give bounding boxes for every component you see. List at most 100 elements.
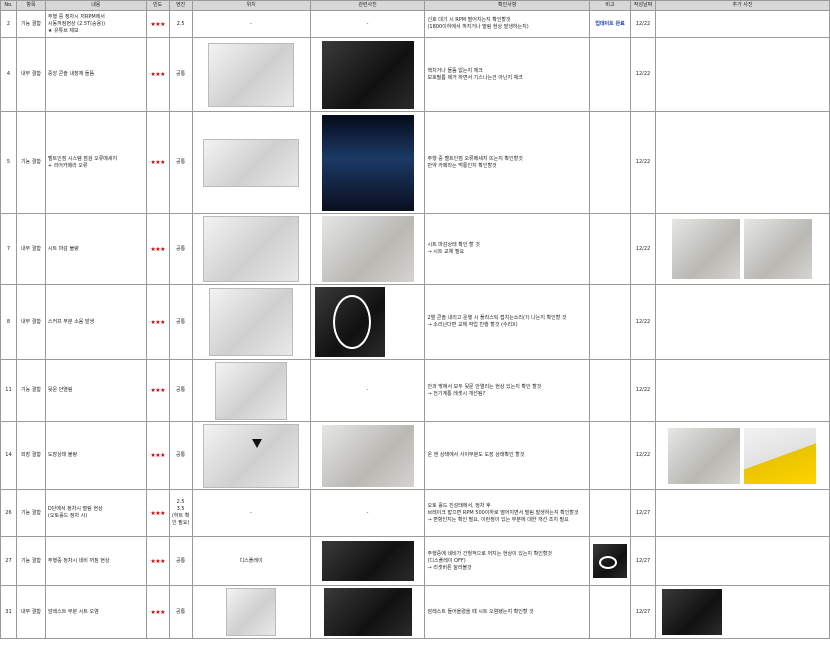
defect-closeup-photo	[321, 424, 414, 487]
table-row: 31 내부 결함 암레스트 부분 시트 오염 ★★★ 공통 암레스트 들어올렸을…	[0, 585, 830, 639]
cell-related-photo	[309, 421, 426, 490]
cell-engine: 공통	[168, 37, 193, 112]
cell-location: 디스플레이	[191, 536, 311, 586]
cell-extra-photo	[654, 489, 830, 537]
cell-frequency: ★★★	[145, 536, 170, 586]
cell-extra-photo	[654, 10, 830, 38]
cell-check: 핵치거나 들뜸 없는지 체크 보호필름 제거 하면서 기스나는건 아닌지 체크	[424, 37, 591, 112]
cell-note	[589, 37, 632, 112]
defect-closeup-photo	[321, 541, 414, 581]
cell-frequency: ★★★	[145, 421, 170, 490]
cell-check: 안과 밖에서 모두 뒷문 안열리는 현상 있는지 확인 할것 → 전기계통 레셋…	[424, 359, 591, 422]
header-content: 내용	[44, 0, 147, 11]
cell-extra-photo	[654, 37, 830, 112]
cell-date: 12/27	[630, 536, 656, 586]
cell-note	[589, 585, 632, 639]
inspection-sheet: No. 항목 내용 빈도 엔진 위치 관련사진 확인사항 비고 작성날짜 추가 …	[0, 0, 830, 649]
cell-extra-photo	[654, 359, 830, 422]
table-row: 2 기능 결함 주행 중 정차시 저RPM에서 시동꺼짐현상 (2.5T(숭용)…	[0, 10, 830, 38]
cell-related-photo	[309, 585, 426, 639]
cell-check: 주행 중 벨트인점 오류메세지 뜨는지 확인할것 만약 카메라는 먹통인지 확인…	[424, 111, 591, 214]
car-interior-photo	[208, 42, 295, 107]
cell-category: 기능 결함	[15, 536, 46, 586]
cell-date: 12/22	[630, 111, 656, 214]
cell-frequency: ★★★	[145, 284, 170, 360]
cell-category: 내부 결함	[15, 213, 46, 285]
cell-frequency: ★★★	[145, 213, 170, 285]
header-related-photo: 관련사진	[309, 0, 426, 11]
table-row: 5 기능 결함 벨트인점 시스템 점검 오류메세지 + 리어카메라 오류 ★★★…	[0, 111, 830, 214]
cell-location	[191, 111, 311, 214]
cell-date: 12/27	[630, 585, 656, 639]
cell-engine: 공통	[168, 359, 193, 422]
cell-no: 26	[0, 489, 17, 537]
cell-category: 기능 결함	[15, 111, 46, 214]
cell-frequency: ★★★	[145, 111, 170, 214]
cell-related-photo: -	[309, 489, 426, 537]
cell-check: 오토 홀드 진성태에서, 정차 후 브레이크 밟으면 RPM 500이하로 떨어…	[424, 489, 591, 537]
cell-date: 12/22	[630, 37, 656, 112]
table-row: 8 내부 결함 스커프 부분 소음 발생 ★★★ 공통 2열 콘솔 내리고 운행…	[0, 284, 830, 360]
cell-no: 4	[0, 37, 17, 112]
cell-check: 2열 콘솔 내리고 운행 시 플라스틱 접치는소리(?) 나는지 확인할 것 →…	[424, 284, 591, 360]
cell-location: -	[191, 489, 311, 537]
additional-photo	[593, 544, 628, 578]
cell-category: 내부 결함	[15, 37, 46, 112]
cell-content: 뒷문 안열림	[44, 359, 147, 422]
cell-location	[191, 585, 311, 639]
defect-closeup-photo	[321, 40, 414, 109]
table-row: 7 내부 결함 시트 마감 불량 ★★★ 공통 시트 마감상태 확인 할 것 →…	[0, 213, 830, 285]
cell-engine: 공통	[168, 284, 193, 360]
cell-content: 스커프 부분 소음 발생	[44, 284, 147, 360]
cell-date: 12/22	[630, 213, 656, 285]
cell-category: 내부 결함	[15, 585, 46, 639]
header-note: 비고	[589, 0, 632, 11]
header-check: 확인사항	[424, 0, 591, 11]
table-row: 14 외장 결함 도장상태 불량 ★★★ 공통 온 앤 상태에서 사이부분도 도…	[0, 421, 830, 490]
cell-extra-photo	[654, 111, 830, 214]
cell-engine: 공통	[168, 213, 193, 285]
cell-extra-photo	[654, 536, 830, 586]
cell-no: 8	[0, 284, 17, 360]
cell-no: 31	[0, 585, 17, 639]
cell-no: 7	[0, 213, 17, 285]
table-row: 11 기능 결함 뒷문 안열림 ★★★ 공통 - 안과 밖에서 모두 뒷문 안열…	[0, 359, 830, 422]
cell-category: 기능 결함	[15, 10, 46, 38]
cell-note	[589, 421, 632, 490]
cell-location	[191, 359, 311, 422]
additional-photo	[661, 589, 722, 635]
defect-table: No. 항목 내용 빈도 엔진 위치 관련사진 확인사항 비고 작성날짜 추가 …	[0, 0, 830, 639]
car-seat-photo	[226, 588, 277, 636]
cell-engine: 공통	[168, 585, 193, 639]
cell-frequency: ★★★	[145, 10, 170, 38]
cell-note	[589, 536, 632, 586]
cell-no: 5	[0, 111, 17, 214]
header-engine: 엔진	[168, 0, 193, 11]
cell-content: D단에서 정차시 떨림 현상 (오토홀드 정차 시)	[44, 489, 147, 537]
cell-note	[589, 359, 632, 422]
cell-check: 암레스트 들어올렸을 때 시트 오염됐는지 확인할 것	[424, 585, 591, 639]
header-date: 작성날짜	[630, 0, 656, 11]
table-row: 27 기능 결함 주행중 정차시 네비 꺼짐 현상 ★★★ 공통 디스플레이 주…	[0, 536, 830, 586]
car-interior-photo	[209, 288, 294, 356]
cell-content: 시트 마감 불량	[44, 213, 147, 285]
cell-date: 12/27	[630, 489, 656, 537]
cell-note	[589, 284, 632, 360]
cell-no: 11	[0, 359, 17, 422]
header-row: No. 항목 내용 빈도 엔진 위치 관련사진 확인사항 비고 작성날짜 추가 …	[0, 0, 830, 11]
cell-engine: 공통	[168, 421, 193, 490]
cell-check: 온 앤 상태에서 사이부분도 도장 상태확인 할것	[424, 421, 591, 490]
cell-content: 중앙 콘솔 내장재 들뜸	[44, 37, 147, 112]
cell-related-photo	[309, 213, 426, 285]
additional-photo	[744, 219, 813, 279]
additional-photo	[744, 427, 817, 484]
cell-frequency: ★★★	[145, 37, 170, 112]
cell-date: 12/22	[630, 421, 656, 490]
cell-no: 14	[0, 421, 17, 490]
car-interior-photo	[203, 216, 300, 282]
cell-content: 주행 중 정차시 저RPM에서 시동꺼짐현상 (2.5T(숭용)) ★ 유튜브 …	[44, 10, 147, 38]
cell-frequency: ★★★	[145, 585, 170, 639]
defect-closeup-photo	[323, 588, 412, 636]
cell-frequency: ★★★	[145, 359, 170, 422]
cell-content: 벨트인점 시스템 점검 오류메세지 + 리어카메라 오류	[44, 111, 147, 214]
